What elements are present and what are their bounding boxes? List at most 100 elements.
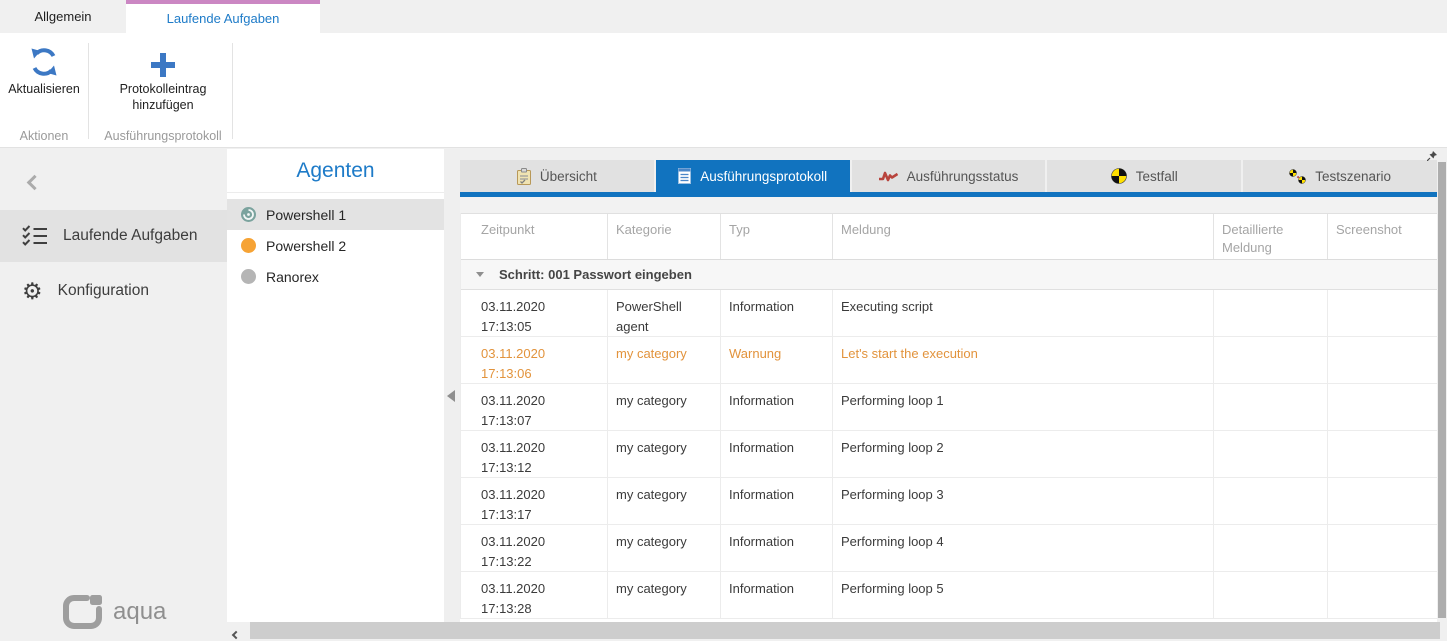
collapse-group-icon [476, 272, 484, 277]
cell-meldung: Performing loop 5 [833, 572, 1214, 618]
ribbon-content: Aktualisieren Protokolleintrag hinzufüge… [0, 33, 1447, 147]
ribbon-tabstrip: Allgemein Laufende Aufgaben [0, 0, 1447, 33]
refresh-button[interactable]: Aktualisieren [2, 39, 86, 139]
cell-zeitpunkt: 03.11.202017:13:17 [461, 478, 608, 524]
sidebar-item-konfiguration[interactable]: ⚙ Konfiguration [0, 265, 227, 317]
column-header-kategorie[interactable]: Kategorie [608, 214, 721, 259]
vertical-scrollbar-thumb[interactable] [1438, 162, 1446, 618]
clipboard-icon [517, 168, 531, 185]
add-protocol-entry-button[interactable]: Protokolleintrag hinzufügen [94, 39, 232, 139]
tab-label: Ausführungsstatus [907, 169, 1019, 184]
table-group-row[interactable]: Schritt: 001 Passwort eingeben [461, 260, 1437, 290]
aqua-logo-text: aqua [113, 598, 166, 626]
cell-screenshot [1328, 478, 1437, 524]
cell-meldung: Executing script [833, 290, 1214, 336]
cell-screenshot [1328, 525, 1437, 571]
tab-ausfuehrungsstatus[interactable]: Ausführungsstatus [852, 160, 1046, 192]
table-row[interactable]: 03.11.202017:13:06 my category Warnung L… [461, 337, 1437, 384]
ribbon-separator [88, 43, 89, 139]
cell-typ: Information [721, 478, 833, 524]
status-pulse-icon [879, 171, 898, 182]
cell-kategorie: my category [608, 525, 721, 571]
task-list-icon [22, 225, 48, 247]
cell-typ: Information [721, 572, 833, 618]
cell-zeitpunkt: 03.11.202017:13:07 [461, 384, 608, 430]
pin-icon[interactable] [1427, 151, 1437, 161]
tab-label: Ausführungsprotokoll [700, 169, 827, 184]
tabstrip-background [460, 149, 1437, 160]
tab-uebersicht[interactable]: Übersicht [460, 160, 654, 192]
agent-idle-icon [241, 238, 256, 253]
cell-screenshot [1328, 431, 1437, 477]
horizontal-scrollbar-thumb[interactable] [250, 622, 1440, 639]
ribbon-tab-laufende-aufgaben[interactable]: Laufende Aufgaben [126, 0, 320, 33]
back-button[interactable] [22, 171, 46, 195]
aqua-logo: aqua [62, 594, 166, 630]
agent-row-powershell-2[interactable]: Powershell 2 [227, 230, 444, 261]
column-header-detaillierte-meldung[interactable]: Detaillierte Meldung [1214, 214, 1328, 259]
horizontal-scrollbar[interactable] [227, 622, 1447, 639]
refresh-button-label: Aktualisieren [8, 82, 80, 98]
content-gap [460, 197, 1437, 213]
protocol-list-icon [678, 168, 691, 184]
column-header-meldung[interactable]: Meldung [833, 214, 1214, 259]
ribbon: Allgemein Laufende Aufgaben Aktualisiere… [0, 0, 1447, 148]
chevron-left-icon [26, 174, 42, 190]
aqua-logo-icon [62, 594, 104, 630]
cell-typ: Information [721, 525, 833, 571]
cell-typ: Warnung [721, 337, 833, 383]
sidebar-item-label: Laufende Aufgaben [63, 227, 197, 245]
execution-log-table: Zeitpunkt Kategorie Typ Meldung Detailli… [460, 213, 1437, 619]
main-content: Übersicht Ausführungsprotokoll Ausführ [460, 149, 1437, 622]
cell-kategorie: my category [608, 572, 721, 618]
cell-meldung: Let's start the execution [833, 337, 1214, 383]
agent-offline-icon [241, 269, 256, 284]
refresh-icon [28, 39, 60, 77]
agent-row-powershell-1[interactable]: Powershell 1 [227, 199, 444, 230]
tab-ausfuehrungsprotokoll[interactable]: Ausführungsprotokoll [656, 160, 850, 192]
sidebar-item-laufende-aufgaben[interactable]: Laufende Aufgaben [0, 210, 227, 262]
table-row[interactable]: 03.11.202017:13:22 my category Informati… [461, 525, 1437, 572]
cell-screenshot [1328, 337, 1437, 383]
cell-detaillierte-meldung [1214, 290, 1328, 336]
cell-zeitpunkt: 03.11.202017:13:22 [461, 525, 608, 571]
cell-typ: Information [721, 431, 833, 477]
column-header-typ[interactable]: Typ [721, 214, 833, 259]
agent-row-ranorex[interactable]: Ranorex [227, 261, 444, 292]
cell-meldung: Performing loop 4 [833, 525, 1214, 571]
tab-label: Testfall [1136, 169, 1178, 184]
table-header-row: Zeitpunkt Kategorie Typ Meldung Detailli… [461, 213, 1437, 260]
cell-detaillierte-meldung [1214, 337, 1328, 383]
table-row[interactable]: 03.11.202017:13:28 my category Informati… [461, 572, 1437, 619]
ribbon-tab-allgemein[interactable]: Allgemein [0, 0, 126, 33]
tab-label: Testszenario [1315, 169, 1391, 184]
table-row[interactable]: 03.11.202017:13:07 my category Informati… [461, 384, 1437, 431]
sidebar-item-label: Konfiguration [58, 282, 149, 300]
column-header-zeitpunkt[interactable]: Zeitpunkt [461, 214, 608, 259]
tab-testszenario[interactable]: Testszenario [1243, 160, 1437, 192]
cell-screenshot [1328, 384, 1437, 430]
cell-screenshot [1328, 290, 1437, 336]
agent-running-icon [241, 207, 256, 222]
chevron-left-icon [232, 631, 240, 639]
table-row[interactable]: 03.11.202017:13:05 PowerShell agent Info… [461, 290, 1437, 337]
table-row[interactable]: 03.11.202017:13:12 my category Informati… [461, 431, 1437, 478]
column-header-screenshot[interactable]: Screenshot [1328, 214, 1437, 259]
tab-testfall[interactable]: Testfall [1047, 160, 1241, 192]
agent-name: Powershell 1 [266, 207, 346, 223]
cell-typ: Information [721, 384, 833, 430]
cell-detaillierte-meldung [1214, 525, 1328, 571]
ribbon-group-aktionen: Aktionen [2, 129, 86, 143]
cell-meldung: Performing loop 2 [833, 431, 1214, 477]
cell-typ: Information [721, 290, 833, 336]
group-row-label: Schritt: 001 Passwort eingeben [499, 267, 692, 282]
cell-detaillierte-meldung [1214, 572, 1328, 618]
cell-screenshot [1328, 572, 1437, 618]
cell-zeitpunkt: 03.11.202017:13:05 [461, 290, 608, 336]
vertical-scrollbar[interactable] [1437, 160, 1447, 622]
panel-splitter[interactable] [444, 149, 460, 622]
content-tabstrip: Übersicht Ausführungsprotokoll Ausführ [460, 160, 1437, 192]
table-row[interactable]: 03.11.202017:13:17 my category Informati… [461, 478, 1437, 525]
cell-kategorie: my category [608, 384, 721, 430]
collapse-panel-icon[interactable] [447, 390, 455, 402]
